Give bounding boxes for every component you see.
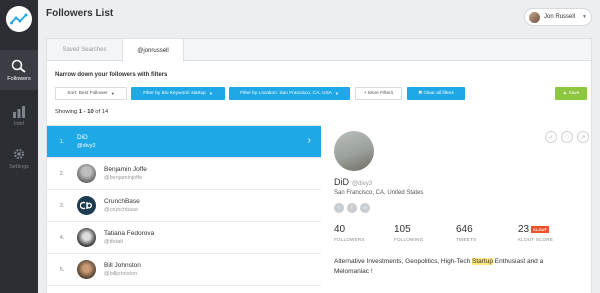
follower-handle: @crunchbase (104, 207, 139, 213)
facebook-icon[interactable]: f (347, 203, 357, 213)
sidebar-item-followers[interactable]: Followers (0, 50, 38, 90)
stat-value: 105 (394, 224, 411, 235)
row-number: 2. (59, 170, 65, 177)
list-item[interactable]: 5. Bill Johnston @billjohnston (47, 254, 321, 286)
row-number: 3. (59, 202, 65, 209)
filter-heading: Narrow down your followers with filters (55, 72, 168, 78)
profile-actions: ✓ ♡ ↗ (545, 131, 589, 143)
sidebar: Followers Intel Settings (0, 0, 38, 293)
klout-value: 23 KLOUT (518, 224, 553, 235)
sidebar-item-settings[interactable]: Settings (0, 138, 38, 178)
chevron-down-icon: ▼ (582, 14, 587, 20)
row-number: 1. (59, 138, 65, 145)
bar-chart-icon (13, 105, 25, 118)
tab-bar: Saved Searches @jonrussell (47, 39, 591, 62)
sidebar-item-label: Settings (9, 163, 29, 170)
bio-keyword-filter[interactable]: Filter by Bio Keyword: startup ▼ (131, 87, 225, 100)
stat-label: FOLLOWING (394, 237, 424, 242)
app-logo[interactable] (6, 6, 32, 32)
more-filters-button[interactable]: + More Filters (355, 87, 402, 100)
results-count: Showing 1 - 10 of 14 (55, 109, 108, 115)
avatar (77, 164, 96, 183)
list-item[interactable]: 3. CrunchBase @crunchbase (47, 190, 321, 222)
crunchbase-logo-icon (80, 201, 93, 210)
profile-handle: @divy3 (352, 181, 373, 187)
list-item[interactable]: 4. Tatiana Fedorova @tfetati (47, 222, 321, 254)
follower-handle: @tfetati (104, 239, 124, 245)
profile-bio: Alternative Investments, Geopolitics, Hi… (334, 257, 574, 277)
avatar (529, 11, 540, 23)
results-range: 1 - 10 (78, 109, 94, 115)
gear-icon (14, 148, 24, 159)
sidebar-item-label: Intel (13, 120, 25, 127)
follower-name: Tatiana Fedorova (104, 230, 155, 237)
save-button[interactable]: ▲ Save (555, 87, 587, 100)
avatar (77, 196, 96, 215)
chevron-down-icon: ▼ (110, 91, 115, 96)
profile-name: DiD @divy3 (334, 177, 372, 187)
follower-handle: @divy3 (77, 143, 96, 149)
list-item[interactable]: 1. DiD @divy3 › (47, 126, 321, 158)
stat-label: KLOUT SCORE (518, 237, 554, 242)
stat-value: 23 (518, 224, 530, 235)
follower-name: Benjamin Joffe (104, 166, 147, 173)
page-title: Followers List (46, 8, 114, 19)
avatar (77, 228, 96, 247)
stat-klout: 23 KLOUT KLOUT SCORE (518, 224, 553, 242)
profile-location: San Francisco, CA, United States (334, 190, 424, 196)
twitter-icon[interactable]: t (334, 203, 344, 213)
sidebar-item-intel[interactable]: Intel (0, 96, 38, 136)
profile-avatar (334, 131, 374, 171)
search-people-icon (11, 59, 26, 73)
stat-label: TWEETS (456, 237, 477, 242)
social-links: t f ∞ (334, 203, 370, 213)
bio-highlight: Startup (472, 258, 493, 265)
follower-handle: @billjohnston (104, 271, 138, 277)
results-suffix: of 14 (93, 109, 109, 115)
stat-followers: 40 FOLLOWERS (334, 224, 365, 242)
stat-value: 40 (334, 224, 346, 235)
klout-logo-icon: KLOUT (531, 225, 549, 233)
follower-name: DiD (77, 134, 88, 141)
heart-icon[interactable]: ♡ (561, 131, 573, 143)
tab-jonrussell[interactable]: @jonrussell (122, 39, 184, 62)
list-item[interactable]: 2. Benjamin Joffe @benjaminjoffe (47, 158, 321, 190)
stat-following: 105 FOLLOWING (394, 224, 423, 242)
bio-text: Alternative Investments, Geopolitics, Hi… (334, 258, 473, 265)
stat-label: FOLLOWERS (334, 237, 365, 242)
header: Followers List Jon Russell ▼ (38, 0, 600, 36)
chevron-down-icon: ▼ (334, 91, 339, 96)
stat-tweets: 646 TWEETS (456, 224, 476, 242)
link-icon[interactable]: ∞ (360, 203, 370, 213)
bio-filter-label: Filter by Bio Keyword: startup (143, 91, 206, 96)
share-icon[interactable]: ↗ (577, 131, 589, 143)
follower-name: CrunchBase (104, 198, 140, 205)
row-number: 4. (59, 234, 65, 241)
sort-label: Sort: Best Follower (67, 91, 108, 96)
sidebar-item-label: Followers (7, 75, 31, 82)
main-card: Saved Searches @jonrussell Narrow down y… (46, 38, 592, 293)
stat-value: 646 (456, 224, 473, 235)
thumbs-up-icon[interactable]: ✓ (545, 131, 557, 143)
chevron-down-icon: ▼ (208, 91, 213, 96)
profile-panel: ✓ ♡ ↗ DiD @divy3 San Francisco, CA, Unite… (327, 125, 591, 293)
tab-saved-searches[interactable]: Saved Searches (47, 39, 122, 61)
follower-list: 1. DiD @divy3 › 2. Benjamin Joffe @benja… (47, 125, 321, 286)
follower-name: Bill Johnston (104, 262, 141, 269)
user-menu[interactable]: Jon Russell ▼ (524, 8, 592, 26)
user-name: Jon Russell (544, 14, 576, 20)
sort-dropdown[interactable]: Sort: Best Follower ▼ (55, 87, 127, 100)
profile-display-name: DiD (334, 177, 349, 187)
avatar (77, 260, 96, 279)
follower-handle: @benjaminjoffe (104, 175, 143, 181)
chevron-right-icon: › (307, 135, 311, 146)
location-filter-label: Filter by Location: San Francisco, CA, U… (240, 91, 332, 96)
row-number: 5. (59, 266, 65, 273)
logo-icon (10, 13, 28, 25)
location-filter[interactable]: Filter by Location: San Francisco, CA, U… (229, 87, 350, 100)
results-prefix: Showing (55, 109, 79, 115)
clear-filters-button[interactable]: ✖ Clear all filters (407, 87, 465, 100)
